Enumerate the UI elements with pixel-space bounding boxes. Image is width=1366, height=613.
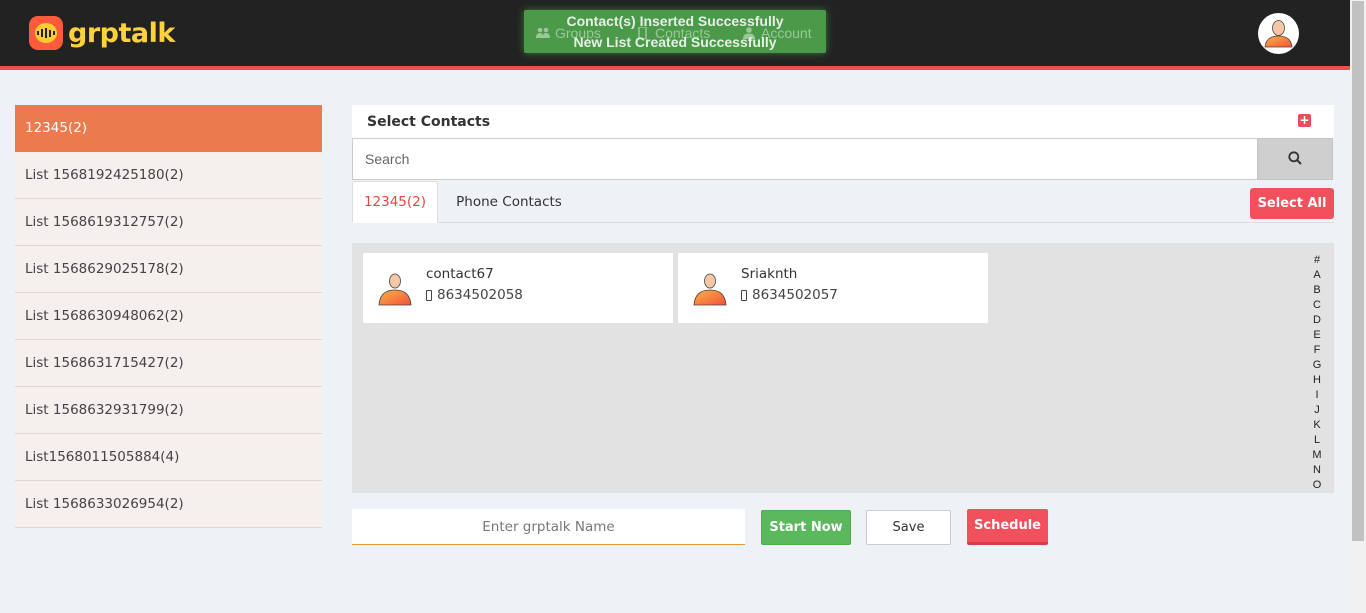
alpha-letter[interactable]: K [1308, 418, 1326, 433]
alpha-letter[interactable]: # [1308, 253, 1326, 268]
alpha-letter[interactable]: L [1308, 433, 1326, 448]
brand-logo[interactable]: grptalk [29, 16, 175, 50]
schedule-button[interactable]: Schedule [967, 509, 1048, 545]
list-sidebar: 12345(2) List 1568192425180(2) List 1568… [15, 105, 322, 528]
plus-square-icon[interactable]: + [1298, 114, 1311, 127]
alpha-letter[interactable]: O [1308, 478, 1326, 493]
alpha-letter[interactable]: I [1308, 388, 1326, 403]
contact-avatar-icon [378, 273, 412, 306]
tab-12345[interactable]: 12345(2) [352, 181, 438, 223]
contact-avatar-icon [693, 273, 727, 306]
sidebar-item-list[interactable]: List 1568630948062(2) [15, 293, 322, 340]
profile-avatar[interactable] [1258, 13, 1299, 54]
header-accent-line [0, 66, 1350, 70]
search-icon [1288, 150, 1302, 165]
contact-phone-number: 8634502058 [437, 287, 523, 303]
contact-card[interactable]: contact67 8634502058 [363, 253, 673, 323]
alpha-letter[interactable]: C [1308, 298, 1326, 313]
alpha-letter[interactable]: H [1308, 373, 1326, 388]
alpha-letter[interactable]: M [1308, 448, 1326, 463]
mobile-icon [426, 289, 432, 301]
contacts-grid: contact67 8634502058 Sriaknth 8634502057 [352, 243, 1334, 493]
select-all-button[interactable]: Select All [1250, 188, 1334, 219]
contact-name: contact67 [426, 266, 494, 282]
contact-phone: 8634502058 [426, 287, 523, 303]
toast-contacts-inserted: Contact(s) Inserted Successfully [566, 13, 784, 29]
toast-list-created: New List Created Successfully [573, 34, 777, 50]
contact-name: Sriaknth [741, 266, 798, 282]
alpha-letter[interactable]: E [1308, 328, 1326, 343]
sidebar-item-12345[interactable]: 12345(2) [15, 105, 322, 152]
sidebar-item-list[interactable]: List 1568192425180(2) [15, 152, 322, 199]
user-avatar-icon [1264, 20, 1293, 48]
page-title: Select Contacts [367, 114, 491, 130]
alpha-letter[interactable]: N [1308, 463, 1326, 478]
logo-icon [29, 16, 63, 50]
alpha-letter[interactable]: B [1308, 283, 1326, 298]
save-button[interactable]: Save [866, 510, 951, 545]
contact-card[interactable]: Sriaknth 8634502057 [678, 253, 988, 323]
start-now-button[interactable]: Start Now [761, 510, 851, 545]
page-scrollbar[interactable] [1350, 0, 1366, 613]
contact-phone-number: 8634502057 [752, 287, 838, 303]
alpha-letter[interactable]: J [1308, 403, 1326, 418]
sidebar-item-list[interactable]: List 1568619312757(2) [15, 199, 322, 246]
select-contacts-header: Select Contacts + [352, 105, 1334, 138]
sidebar-item-list[interactable]: List 1568631715427(2) [15, 340, 322, 387]
grptalk-name-input[interactable] [352, 509, 745, 545]
top-header: grptalk Groups Contacts Account Contact(… [0, 0, 1350, 66]
search-input[interactable] [352, 138, 1258, 180]
tab-phone-contacts[interactable]: Phone Contacts [444, 181, 574, 223]
alpha-letter[interactable]: D [1308, 313, 1326, 328]
sidebar-item-list[interactable]: List 1568633026954(2) [15, 481, 322, 528]
alpha-letter[interactable]: G [1308, 358, 1326, 373]
sidebar-item-list[interactable]: List1568011505884(4) [15, 434, 322, 481]
alphabet-index: # A B C D E F G H I J K L M N O [1308, 253, 1326, 493]
mobile-icon [741, 289, 747, 301]
brand-name: grptalk [68, 17, 175, 49]
contact-phone: 8634502057 [741, 287, 838, 303]
alpha-letter[interactable]: A [1308, 268, 1326, 283]
scrollbar-thumb[interactable] [1352, 1, 1364, 541]
sidebar-item-list[interactable]: List 1568629025178(2) [15, 246, 322, 293]
search-button[interactable] [1257, 138, 1333, 180]
alpha-letter[interactable]: F [1308, 343, 1326, 358]
sidebar-item-list[interactable]: List 1568632931799(2) [15, 387, 322, 434]
